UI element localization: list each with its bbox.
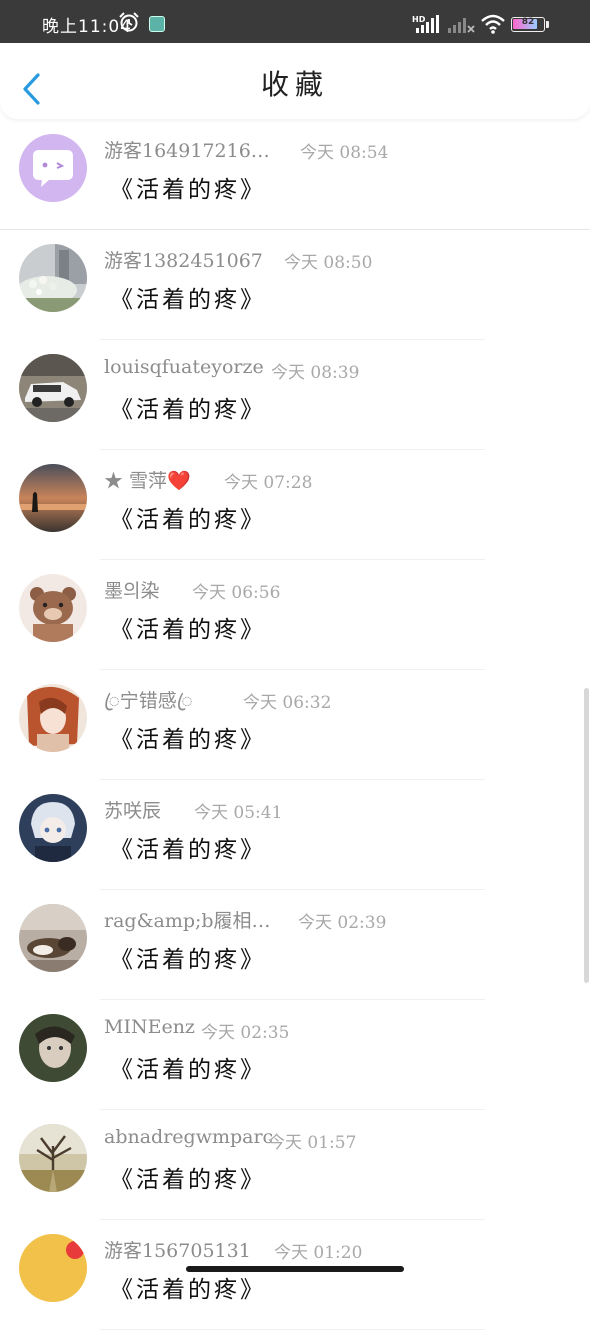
avatar[interactable] — [19, 464, 87, 532]
item-book-title[interactable]: 《活着的疼》 — [110, 940, 266, 974]
page-header: 收藏 — [0, 43, 590, 119]
sunset-silhouette-photo — [19, 464, 87, 532]
yellow-avatar — [19, 1234, 87, 1302]
item-time: 今天 02:39 — [298, 913, 387, 933]
item-username: abnadregwmparc — [104, 1126, 274, 1148]
item-username: 游客156705131 — [104, 1240, 251, 1262]
item-book-title[interactable]: 《活着的疼》 — [110, 610, 266, 644]
anime-girl-illustration — [19, 684, 87, 752]
avatar[interactable] — [19, 244, 87, 312]
svg-text:HD: HD — [412, 15, 426, 24]
favorites-list: 游客164917216… 今天 08:54 《活着的疼》 游客138245106… — [0, 120, 590, 1330]
item-username: 游客1382451067 — [104, 250, 263, 272]
scrollbar[interactable] — [584, 688, 589, 983]
white-car-photo — [19, 354, 87, 422]
avatar[interactable] — [19, 1014, 87, 1082]
battery-level: 82 — [521, 17, 535, 27]
app-notification-icon — [149, 16, 165, 32]
list-item[interactable]: louisqfuateyorze 今天 08:39 《活着的疼》 — [0, 340, 590, 450]
item-time: 今天 06:56 — [192, 583, 281, 603]
item-book-title[interactable]: 《活着的疼》 — [110, 1160, 266, 1194]
signal-strength-icon: HD — [412, 15, 439, 33]
item-book-title[interactable]: 《活着的疼》 — [110, 280, 266, 314]
item-time: 今天 02:35 — [201, 1023, 290, 1043]
item-time: 今天 05:41 — [194, 803, 283, 823]
list-item[interactable]: 游客156705131 今天 01:20 《活着的疼》 — [0, 1220, 590, 1330]
list-item[interactable]: 苏咲辰 今天 05:41 《活着的疼》 — [0, 780, 590, 890]
chat-bubble-face-icon — [19, 134, 87, 202]
item-username: louisqfuateyorze — [104, 356, 264, 378]
item-time: 今天 08:39 — [271, 363, 360, 383]
item-time: 今天 06:32 — [243, 693, 332, 713]
item-time: 今天 08:50 — [284, 253, 373, 273]
item-time: 今天 08:54 — [300, 143, 389, 163]
avatar[interactable] — [19, 684, 87, 752]
list-item[interactable]: 游客164917216… 今天 08:54 《活着的疼》 — [0, 120, 590, 230]
item-username: 苏咲辰 — [104, 800, 162, 822]
avatar[interactable] — [19, 794, 87, 862]
status-bar: 晚上11:04 HD 82 — [0, 0, 590, 43]
sleeping-dog-photo — [19, 904, 87, 972]
item-time: 今天 07:28 — [224, 473, 313, 493]
item-book-title[interactable]: 《活着的疼》 — [110, 830, 266, 864]
avatar[interactable] — [19, 1124, 87, 1192]
item-book-title[interactable]: 《活着的疼》 — [110, 1050, 266, 1084]
woman-portrait-photo — [19, 1014, 87, 1082]
avatar[interactable] — [19, 574, 87, 642]
item-username: rag&amp;b履相… — [104, 910, 271, 932]
avatar[interactable] — [19, 354, 87, 422]
item-book-title[interactable]: 《活着的疼》 — [110, 500, 266, 534]
avatar[interactable] — [19, 1234, 87, 1302]
battery-icon: 82 — [511, 17, 545, 32]
anime-boy-illustration — [19, 794, 87, 862]
item-book-title[interactable]: 《活着的疼》 — [110, 720, 266, 754]
flowers-photo — [19, 244, 87, 312]
list-item[interactable]: rag&amp;b履相… 今天 02:39 《活着的疼》 — [0, 890, 590, 1000]
autumn-tree-photo — [19, 1124, 87, 1192]
item-username: MINEenz — [104, 1016, 195, 1038]
list-item[interactable]: ꦿ宁错感ꦿ 今天 06:32 《活着的疼》 — [0, 670, 590, 780]
list-item[interactable]: ★ 雪萍❤️ 今天 07:28 《活着的疼》 — [0, 450, 590, 560]
list-item[interactable]: abnadregwmparc 今天 01:57 《活着的疼》 — [0, 1110, 590, 1220]
signal-no-service-icon — [448, 18, 475, 33]
item-time: 今天 01:20 — [274, 1243, 363, 1263]
item-username: ★ 雪萍❤️ — [104, 470, 191, 492]
alarm-clock-icon — [119, 12, 139, 32]
avatar[interactable] — [19, 904, 87, 972]
item-book-title[interactable]: 《活着的疼》 — [110, 390, 266, 424]
item-username: 墨의染 — [104, 580, 160, 602]
list-item[interactable]: 墨의染 今天 06:56 《活着的疼》 — [0, 560, 590, 670]
item-book-title[interactable]: 《活着的疼》 — [110, 1270, 266, 1304]
avatar[interactable] — [19, 134, 87, 202]
brown-bear-illustration — [19, 574, 87, 642]
page-title: 收藏 — [260, 68, 329, 101]
wifi-icon — [481, 14, 505, 34]
home-indicator[interactable] — [186, 1266, 404, 1272]
list-item[interactable]: MINEenz 今天 02:35 《活着的疼》 — [0, 1000, 590, 1110]
item-time: 今天 01:57 — [268, 1133, 357, 1153]
item-book-title[interactable]: 《活着的疼》 — [110, 170, 266, 204]
item-username: 游客164917216… — [104, 140, 270, 162]
list-item[interactable]: 游客1382451067 今天 08:50 《活着的疼》 — [0, 230, 590, 340]
